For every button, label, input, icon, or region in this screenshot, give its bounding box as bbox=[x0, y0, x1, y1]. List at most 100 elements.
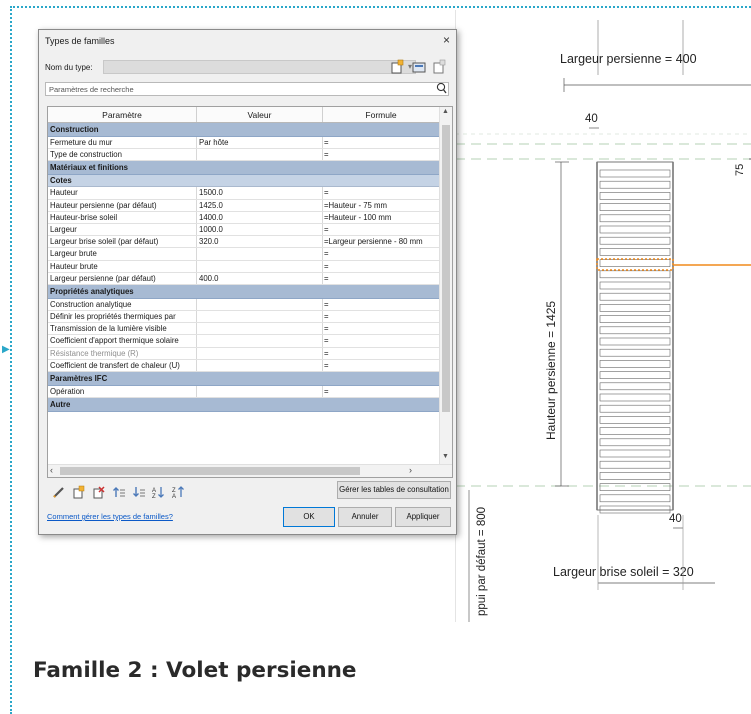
value-cell[interactable] bbox=[197, 347, 323, 359]
formula-cell[interactable]: = bbox=[323, 149, 439, 160]
table-row[interactable]: Coefficient d'apport thermique solaire = bbox=[48, 335, 439, 348]
formula-cell[interactable]: = bbox=[323, 187, 439, 198]
sort-ascending-icon[interactable]: AZ bbox=[151, 484, 167, 500]
formula-cell[interactable]: = bbox=[323, 360, 439, 371]
param-cell[interactable]: Opération bbox=[48, 386, 197, 398]
grid-section-header[interactable]: Construction bbox=[48, 123, 439, 137]
search-input[interactable]: Paramètres de recherche bbox=[45, 82, 449, 96]
table-row[interactable]: Type de construction = bbox=[48, 149, 439, 162]
rename-type-icon[interactable] bbox=[411, 59, 427, 75]
cad-drawing[interactable]: Largeur persienne = 400 40 75 Hauteur pe… bbox=[454, 10, 751, 622]
horizontal-scrollbar[interactable]: ‹ › bbox=[48, 464, 452, 477]
table-row[interactable]: Hauteur-brise soleil 1400.0 =Hauteur - 100… bbox=[48, 211, 439, 224]
param-cell[interactable]: Hauteur brute bbox=[48, 260, 197, 272]
param-cell[interactable]: Hauteur-brise soleil bbox=[48, 211, 197, 223]
manage-lookup-tables-button[interactable]: Gérer les tables de consultation bbox=[337, 481, 451, 499]
param-cell[interactable]: Coefficient de transfert de chaleur (U) bbox=[48, 359, 197, 371]
selected-slat[interactable] bbox=[596, 258, 674, 271]
value-cell[interactable]: Par hôte bbox=[197, 137, 323, 149]
column-header-value[interactable]: Valeur bbox=[197, 107, 323, 122]
value-cell[interactable] bbox=[197, 298, 323, 311]
table-row[interactable]: Largeur brute = bbox=[48, 248, 439, 261]
value-cell[interactable]: 1400.0 bbox=[197, 211, 323, 223]
value-cell[interactable] bbox=[197, 386, 323, 398]
param-cell[interactable]: Largeur brute bbox=[48, 248, 197, 260]
formula-cell[interactable]: =Hauteur - 75 mm bbox=[323, 200, 439, 211]
horizontal-scroll-thumb[interactable] bbox=[60, 467, 360, 475]
table-row[interactable]: Fermeture du mur Par hôte = bbox=[48, 137, 439, 150]
value-cell[interactable]: 1425.0 bbox=[197, 199, 323, 211]
column-header-param[interactable]: Paramètre bbox=[48, 107, 197, 122]
table-row[interactable]: Hauteur persienne (par défaut) 1425.0 =Hau… bbox=[48, 199, 439, 212]
value-cell[interactable]: 320.0 bbox=[197, 236, 323, 248]
param-cell[interactable]: Transmission de la lumière visible bbox=[48, 323, 197, 335]
scroll-up-icon[interactable]: ▲ bbox=[442, 108, 449, 115]
formula-cell[interactable]: = bbox=[323, 323, 439, 334]
value-cell[interactable] bbox=[197, 248, 323, 260]
formula-cell[interactable]: = bbox=[323, 335, 439, 346]
vertical-scrollbar[interactable]: ▲ ▼ bbox=[439, 107, 452, 465]
formula-cell[interactable]: = bbox=[323, 137, 439, 148]
grid-subsection-header[interactable]: Cotes bbox=[48, 175, 439, 188]
formula-cell[interactable]: = bbox=[323, 261, 439, 272]
value-cell[interactable] bbox=[197, 311, 323, 323]
vertical-scroll-thumb[interactable] bbox=[442, 125, 450, 412]
value-cell[interactable] bbox=[197, 335, 323, 347]
new-type-icon[interactable] bbox=[389, 59, 405, 75]
table-row[interactable]: Hauteur 1500.0 = bbox=[48, 187, 439, 200]
cancel-button[interactable]: Annuler bbox=[338, 507, 392, 527]
value-cell[interactable] bbox=[197, 359, 323, 371]
grid-section-header[interactable]: Matériaux et finitions bbox=[48, 161, 439, 176]
parameters-grid[interactable]: Paramètre Valeur Formule Construction Fer… bbox=[47, 106, 453, 478]
scroll-right-icon[interactable]: › bbox=[409, 465, 412, 475]
formula-cell[interactable]: = bbox=[323, 348, 439, 359]
table-row[interactable]: Construction analytique = bbox=[48, 298, 439, 312]
formula-cell[interactable]: = bbox=[323, 273, 439, 284]
table-row[interactable]: Transmission de la lumière visible = bbox=[48, 323, 439, 336]
param-cell[interactable]: Hauteur persienne (par défaut) bbox=[48, 199, 197, 211]
value-cell[interactable] bbox=[197, 149, 323, 161]
value-cell[interactable] bbox=[197, 323, 323, 335]
grid-section-header[interactable]: Propriétés analytiques bbox=[48, 284, 439, 299]
table-row[interactable]: Largeur 1000.0 = bbox=[48, 223, 439, 237]
delete-type-icon[interactable] bbox=[431, 59, 447, 75]
formula-cell[interactable]: = bbox=[323, 248, 439, 259]
param-cell[interactable]: Fermeture du mur bbox=[48, 137, 197, 149]
scroll-down-icon[interactable]: ▼ bbox=[442, 453, 449, 460]
table-row[interactable]: Largeur persienne (par défaut) 400.0 = bbox=[48, 272, 439, 285]
param-cell[interactable]: Résistance thermique (R) bbox=[48, 347, 197, 359]
formula-cell[interactable]: =Largeur persienne - 80 mm bbox=[323, 236, 439, 247]
close-icon[interactable]: × bbox=[443, 33, 450, 47]
table-row[interactable]: Hauteur brute = bbox=[48, 260, 439, 273]
formula-cell[interactable]: = bbox=[323, 311, 439, 322]
column-header-formula[interactable]: Formule bbox=[323, 107, 439, 122]
pencil-icon[interactable] bbox=[51, 484, 67, 500]
param-cell[interactable]: Construction analytique bbox=[48, 298, 197, 311]
table-row[interactable]: Résistance thermique (R) = bbox=[48, 347, 439, 360]
search-icon[interactable] bbox=[435, 81, 447, 95]
table-row[interactable]: Coefficient de transfert de chaleur (U) = bbox=[48, 359, 439, 372]
param-cell[interactable]: Largeur brise soleil (par défaut) bbox=[48, 236, 197, 248]
scroll-left-icon[interactable]: ‹ bbox=[50, 465, 53, 475]
formula-cell[interactable]: = bbox=[323, 386, 439, 397]
sort-descending-icon[interactable]: ZA bbox=[171, 484, 187, 500]
formula-cell[interactable]: = bbox=[323, 299, 439, 310]
formula-cell[interactable]: =Hauteur - 100 mm bbox=[323, 212, 439, 223]
value-cell[interactable]: 1000.0 bbox=[197, 223, 323, 236]
move-down-icon[interactable] bbox=[131, 484, 147, 500]
move-up-icon[interactable] bbox=[111, 484, 127, 500]
table-row[interactable]: Largeur brise soleil (par défaut) 320.0 =L… bbox=[48, 236, 439, 249]
param-cell[interactable]: Coefficient d'apport thermique solaire bbox=[48, 335, 197, 347]
help-link[interactable]: Comment gérer les types de familles? bbox=[47, 512, 173, 521]
param-cell[interactable]: Définir les propriétés thermiques par bbox=[48, 311, 197, 323]
grid-section-header[interactable]: Autre bbox=[48, 398, 439, 413]
type-name-select[interactable]: ▾ bbox=[103, 60, 416, 74]
ok-button[interactable]: OK bbox=[283, 507, 335, 527]
value-cell[interactable]: 400.0 bbox=[197, 272, 323, 284]
apply-button[interactable]: Appliquer bbox=[395, 507, 451, 527]
table-row[interactable]: Opération = bbox=[48, 386, 439, 399]
param-cell[interactable]: Hauteur bbox=[48, 187, 197, 199]
value-cell[interactable]: 1500.0 bbox=[197, 187, 323, 199]
table-row[interactable]: Définir les propriétés thermiques par = bbox=[48, 311, 439, 324]
delete-parameter-icon[interactable] bbox=[91, 484, 107, 500]
